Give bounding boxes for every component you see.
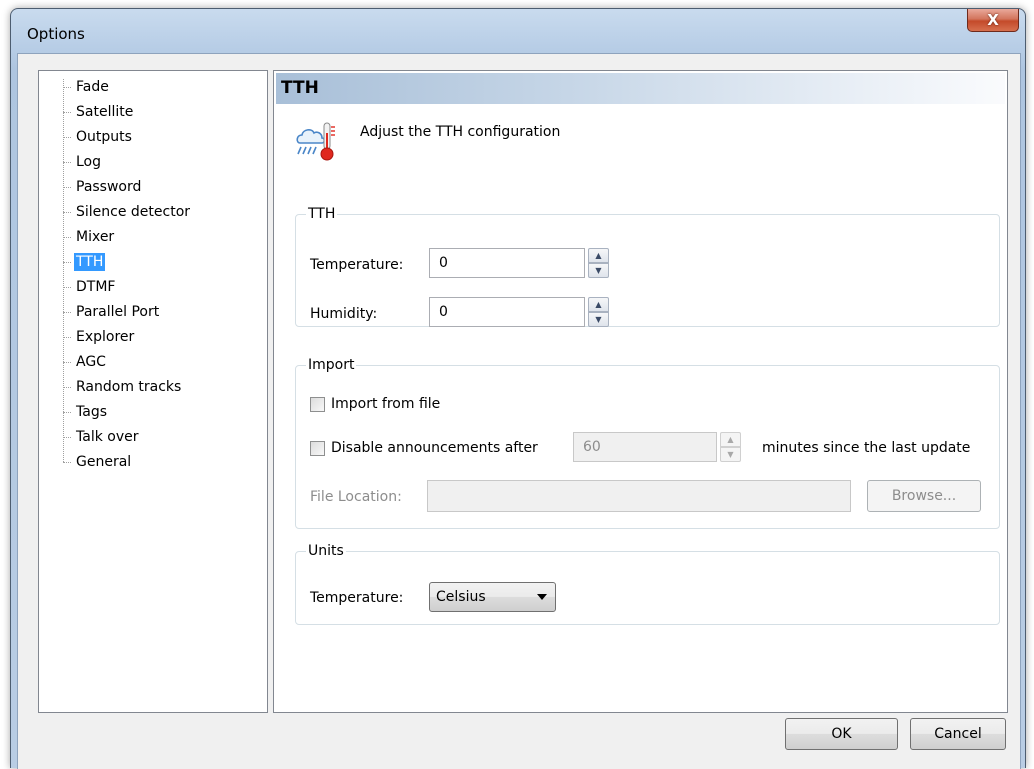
weather-temperature-icon: [296, 122, 335, 161]
options-window: Options X Fade Satellite Outputs Log Passwor…: [10, 8, 1026, 769]
tree-item-label: Tags: [76, 404, 107, 420]
close-icon: X: [987, 11, 999, 29]
cancel-button[interactable]: Cancel: [910, 718, 1006, 750]
tree-connector: [63, 137, 71, 138]
tth-settings-panel: TTH Adjust the TTH configuration TTH Tem…: [273, 70, 1008, 713]
close-button[interactable]: X: [967, 9, 1019, 32]
tree-item-outputs[interactable]: Outputs: [39, 125, 267, 150]
units-group-legend: Units: [308, 543, 344, 559]
tree-connector: [63, 187, 71, 188]
tree-item-log[interactable]: Log: [39, 150, 267, 175]
window-title: Options: [27, 25, 85, 43]
humidity-input[interactable]: 0: [429, 297, 585, 327]
ok-button[interactable]: OK: [785, 718, 898, 750]
import-from-file-label[interactable]: Import from file: [331, 396, 440, 412]
tree-item-silence-detector[interactable]: Silence detector: [39, 200, 267, 225]
tree-item-talk-over[interactable]: Talk over: [39, 425, 267, 450]
spin-up-icon[interactable]: ▲: [588, 248, 609, 263]
tree-item-fade[interactable]: Fade: [39, 75, 267, 100]
tree-connector: [63, 462, 71, 463]
tree-item-label: Fade: [76, 79, 109, 95]
tree-item-label: Silence detector: [76, 204, 191, 220]
temperature-unit-value: Celsius: [436, 589, 486, 605]
browse-button[interactable]: Browse...: [867, 480, 981, 512]
disable-announcements-label[interactable]: Disable announcements after: [331, 440, 538, 456]
tree-item-label: Explorer: [76, 329, 135, 345]
tree-item-label: Log: [76, 154, 102, 170]
file-location-input[interactable]: [427, 480, 851, 512]
tree-connector: [63, 437, 71, 438]
tree-item-label: Mixer: [76, 229, 115, 245]
units-group: Units: [295, 543, 1000, 625]
tree-item-agc[interactable]: AGC: [39, 350, 267, 375]
tree-connector: [63, 312, 71, 313]
tree-item-label: AGC: [76, 354, 106, 370]
tree-item-label: Satellite: [76, 104, 134, 120]
tree-item-satellite[interactable]: Satellite: [39, 100, 267, 125]
tree-item-label: Password: [76, 179, 142, 195]
tree-item-dtmf[interactable]: DTMF: [39, 275, 267, 300]
tree-connector: [63, 112, 71, 113]
dialog-client-area: Fade Satellite Outputs Log Password Silence d…: [17, 53, 1021, 769]
import-from-file-checkbox[interactable]: [310, 397, 325, 412]
title-bar[interactable]: Options X: [11, 9, 1025, 53]
options-tree[interactable]: Fade Satellite Outputs Log Password Silence d…: [38, 70, 268, 713]
tree-item-label: TTH: [74, 253, 106, 271]
tree-connector: [63, 237, 71, 238]
dropdown-arrow-icon: [537, 594, 547, 600]
spin-up-icon[interactable]: ▲: [720, 432, 741, 447]
tree-item-tth[interactable]: TTH: [39, 250, 267, 275]
tree-item-explorer[interactable]: Explorer: [39, 325, 267, 350]
humidity-label: Humidity:: [310, 306, 378, 322]
tree-item-mixer[interactable]: Mixer: [39, 225, 267, 250]
tree-connector: [63, 87, 71, 88]
tree-connector: [63, 337, 71, 338]
tree-connector: [63, 387, 71, 388]
temperature-spinner[interactable]: ▲ ▼: [588, 248, 609, 278]
tree-item-label: Outputs: [76, 129, 132, 145]
temperature-input[interactable]: 0: [429, 248, 585, 278]
tree-item-label: Random tracks: [76, 379, 182, 395]
tree-item-password[interactable]: Password: [39, 175, 267, 200]
import-group-legend: Import: [308, 357, 355, 373]
humidity-spinner[interactable]: ▲ ▼: [588, 297, 609, 327]
minutes-input[interactable]: 60: [573, 432, 717, 462]
tree-connector: [63, 362, 71, 363]
tth-group-legend: TTH: [308, 206, 336, 222]
tree-item-label: Talk over: [76, 429, 139, 445]
tree-item-label: DTMF: [76, 279, 116, 295]
units-temperature-label: Temperature:: [310, 590, 404, 606]
minutes-suffix-label: minutes since the last update: [762, 440, 971, 456]
tree-connector: [63, 412, 71, 413]
tree-item-label: Parallel Port: [76, 304, 160, 320]
panel-title: TTH: [276, 73, 1005, 104]
spin-down-icon[interactable]: ▼: [588, 263, 609, 278]
tree-connector: [63, 287, 71, 288]
temperature-label: Temperature:: [310, 257, 404, 273]
minutes-spinner[interactable]: ▲ ▼: [720, 432, 741, 462]
tree-item-tags[interactable]: Tags: [39, 400, 267, 425]
spin-down-icon[interactable]: ▼: [588, 312, 609, 327]
tree-connector: [63, 162, 71, 163]
disable-announcements-checkbox[interactable]: [310, 441, 325, 456]
spin-down-icon[interactable]: ▼: [720, 447, 741, 462]
panel-description: Adjust the TTH configuration: [360, 124, 561, 140]
tree-connector: [63, 212, 71, 213]
tree-item-label: General: [76, 454, 132, 470]
tree-item-random-tracks[interactable]: Random tracks: [39, 375, 267, 400]
tree-item-parallel-port[interactable]: Parallel Port: [39, 300, 267, 325]
file-location-label: File Location:: [310, 489, 402, 505]
temperature-unit-dropdown[interactable]: Celsius: [429, 582, 556, 612]
spin-up-icon[interactable]: ▲: [588, 297, 609, 312]
tree-connector: [63, 262, 71, 263]
tree-item-general[interactable]: General: [39, 450, 267, 475]
